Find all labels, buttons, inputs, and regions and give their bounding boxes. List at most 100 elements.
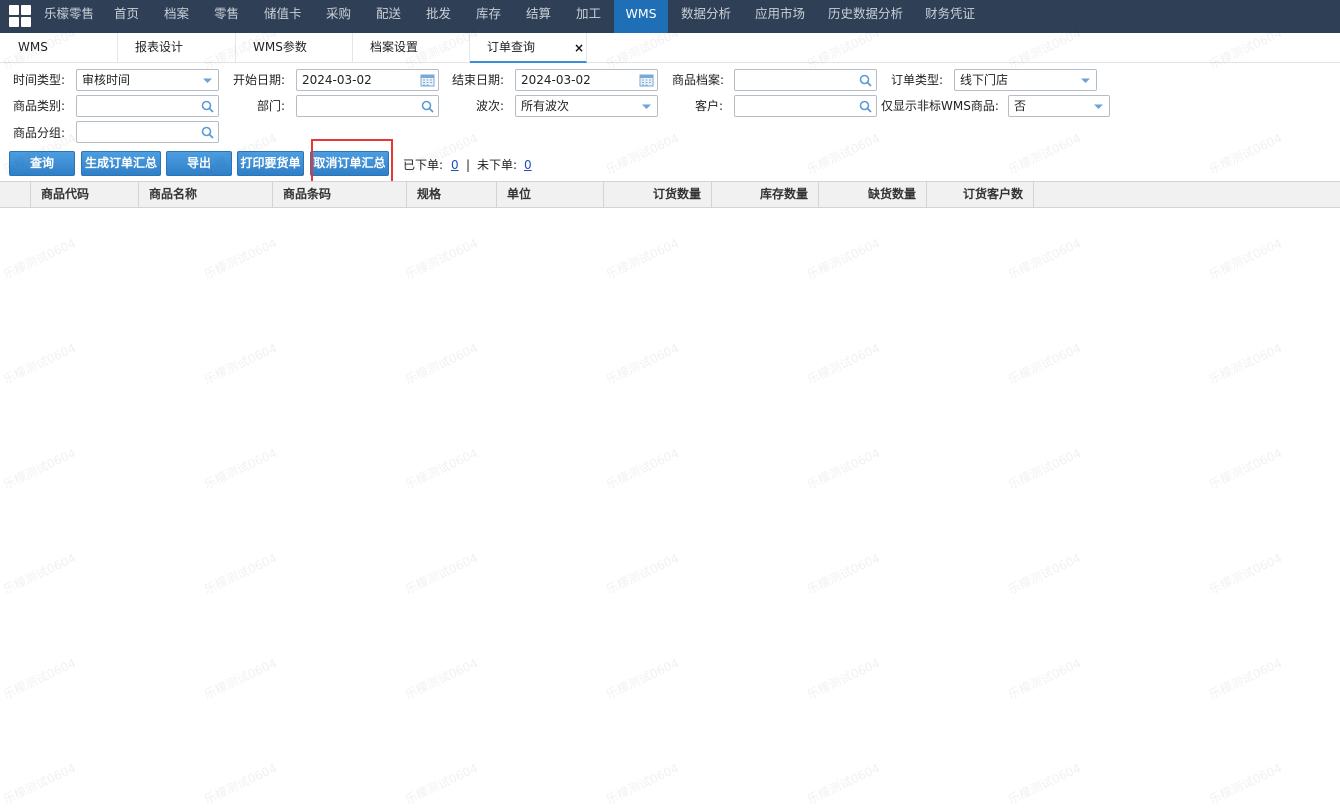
product-file-label: 商品档案: bbox=[672, 73, 725, 87]
department-input[interactable] bbox=[296, 95, 439, 117]
tab-report-design[interactable]: 报表设计 bbox=[118, 33, 236, 63]
column-order-qty[interactable]: 订货数量 bbox=[604, 182, 712, 207]
search-icon[interactable] bbox=[858, 99, 873, 114]
nav-item-distribution[interactable]: 配送 bbox=[376, 0, 401, 33]
watermark-text: 乐檬测试0604 bbox=[201, 551, 280, 597]
watermark-text: 乐檬测试0604 bbox=[1206, 656, 1285, 702]
watermark-text: 乐檬测试0604 bbox=[804, 446, 883, 492]
calendar-icon[interactable] bbox=[639, 73, 654, 88]
search-icon[interactable] bbox=[858, 73, 873, 88]
search-icon[interactable] bbox=[420, 99, 435, 114]
watermark-text: 乐檬测试0604 bbox=[402, 656, 481, 702]
watermark-text: 乐檬测试0604 bbox=[402, 446, 481, 492]
nav-item-archive[interactable]: 档案 bbox=[164, 0, 189, 33]
watermark-text: 乐檬测试0604 bbox=[804, 131, 883, 177]
nav-item-home[interactable]: 首页 bbox=[114, 0, 139, 33]
column-product-name[interactable]: 商品名称 bbox=[139, 182, 273, 207]
nav-item-purchase[interactable]: 采购 bbox=[326, 0, 351, 33]
query-button[interactable]: 查询 bbox=[9, 151, 75, 176]
grid-header: 商品代码 商品名称 商品条码 规格 单位 订货数量 库存数量 缺货数量 订货客户… bbox=[0, 181, 1340, 208]
dropdown-arrow-icon[interactable] bbox=[200, 73, 215, 88]
tab-bar: WMS 报表设计 WMS参数 档案设置 订单查询 × bbox=[0, 33, 1340, 63]
app-grid-icon[interactable] bbox=[9, 5, 31, 27]
not-ordered-label: 未下单: bbox=[477, 158, 518, 172]
nav-item-history-analysis[interactable]: 历史数据分析 bbox=[828, 0, 903, 33]
highlight-box bbox=[311, 139, 393, 185]
watermark-text: 乐檬测试0604 bbox=[603, 446, 682, 492]
group-input[interactable] bbox=[76, 121, 219, 143]
column-stock-qty[interactable]: 库存数量 bbox=[712, 182, 819, 207]
nav-item-data-analysis[interactable]: 数据分析 bbox=[681, 0, 731, 33]
watermark-text: 乐檬测试0604 bbox=[1206, 761, 1285, 807]
end-date-value: 2024-03-02 bbox=[521, 73, 591, 87]
nav-item-processing[interactable]: 加工 bbox=[576, 0, 601, 33]
category-label: 商品类别: bbox=[13, 99, 66, 113]
nav-item-retail[interactable]: 零售 bbox=[214, 0, 239, 33]
watermark-text: 乐檬测试0604 bbox=[804, 236, 883, 282]
watermark-text: 乐檬测试0604 bbox=[603, 551, 682, 597]
nav-brand[interactable]: 乐檬零售 bbox=[44, 0, 94, 33]
watermark-text: 乐檬测试0604 bbox=[603, 236, 682, 282]
non-wms-select[interactable]: 否 bbox=[1008, 95, 1110, 117]
dropdown-arrow-icon[interactable] bbox=[1091, 99, 1106, 114]
watermark-text: 乐檬测试0604 bbox=[603, 656, 682, 702]
dropdown-arrow-icon[interactable] bbox=[1078, 73, 1093, 88]
nav-item-finance-voucher[interactable]: 财务凭证 bbox=[925, 0, 975, 33]
generate-summary-button[interactable]: 生成订单汇总 bbox=[81, 151, 161, 176]
category-input[interactable] bbox=[76, 95, 219, 117]
ordered-count-link[interactable]: 0 bbox=[451, 158, 459, 172]
watermark-text: 乐檬测试0604 bbox=[804, 341, 883, 387]
top-nav: 乐檬零售 首页 档案 零售 储值卡 采购 配送 批发 库存 结算 加工 WMS … bbox=[0, 0, 1340, 33]
watermark-text: 乐檬测试0604 bbox=[603, 341, 682, 387]
tab-wms-params[interactable]: WMS参数 bbox=[236, 33, 353, 63]
not-ordered-count[interactable]: 0 bbox=[524, 157, 532, 173]
column-product-code[interactable]: 商品代码 bbox=[31, 182, 139, 207]
ordered-count[interactable]: 0 bbox=[451, 157, 459, 173]
print-requisition-button[interactable]: 打印要货单 bbox=[237, 151, 304, 176]
column-customer-count[interactable]: 订货客户数 bbox=[927, 182, 1034, 207]
export-button[interactable]: 导出 bbox=[166, 151, 232, 176]
watermark-text: 乐檬测试0604 bbox=[1206, 236, 1285, 282]
tab-order-query[interactable]: 订单查询 bbox=[470, 33, 587, 63]
order-type-select[interactable]: 线下门店 bbox=[954, 69, 1097, 91]
not-ordered-count-link[interactable]: 0 bbox=[524, 158, 532, 172]
start-date-value: 2024-03-02 bbox=[302, 73, 372, 87]
non-wms-label: 仅显示非标WMS商品: bbox=[881, 99, 999, 113]
watermark-text: 乐檬测试0604 bbox=[1206, 446, 1285, 492]
watermark-text: 乐檬测试0604 bbox=[201, 656, 280, 702]
watermark-text: 乐檬测试0604 bbox=[201, 236, 280, 282]
watermark-text: 乐檬测试0604 bbox=[201, 341, 280, 387]
end-date-input[interactable]: 2024-03-02 bbox=[515, 69, 658, 91]
watermark-text: 乐檬测试0604 bbox=[1206, 341, 1285, 387]
customer-input[interactable] bbox=[734, 95, 877, 117]
nav-item-app-market[interactable]: 应用市场 bbox=[755, 0, 805, 33]
nav-item-inventory[interactable]: 库存 bbox=[476, 0, 501, 33]
time-type-select[interactable]: 审核时间 bbox=[76, 69, 219, 91]
calendar-icon[interactable] bbox=[420, 73, 435, 88]
watermark-text: 乐檬测试0604 bbox=[402, 551, 481, 597]
search-icon[interactable] bbox=[200, 125, 215, 140]
watermark-text: 乐檬测试0604 bbox=[603, 761, 682, 807]
column-spec[interactable]: 规格 bbox=[407, 182, 497, 207]
tab-archive-settings[interactable]: 档案设置 bbox=[353, 33, 470, 63]
tab-close-icon[interactable]: × bbox=[574, 42, 584, 54]
wave-label: 波次: bbox=[476, 99, 505, 113]
watermark-text: 乐檬测试0604 bbox=[804, 551, 883, 597]
tab-wms[interactable]: WMS bbox=[0, 33, 118, 63]
nav-item-stored-value-card[interactable]: 储值卡 bbox=[264, 0, 302, 33]
watermark-text: 乐檬测试0604 bbox=[1005, 551, 1084, 597]
nav-item-settlement[interactable]: 结算 bbox=[526, 0, 551, 33]
dropdown-arrow-icon[interactable] bbox=[639, 99, 654, 114]
watermark-text: 乐檬测试0604 bbox=[1005, 236, 1084, 282]
nav-item-wholesale[interactable]: 批发 bbox=[426, 0, 451, 33]
product-file-input[interactable] bbox=[734, 69, 877, 91]
nav-item-wms[interactable]: WMS bbox=[614, 0, 668, 33]
column-barcode[interactable]: 商品条码 bbox=[273, 182, 407, 207]
search-icon[interactable] bbox=[200, 99, 215, 114]
watermark-text: 乐檬测试0604 bbox=[402, 761, 481, 807]
wave-select[interactable]: 所有波次 bbox=[515, 95, 658, 117]
time-type-value: 审核时间 bbox=[82, 73, 131, 87]
column-shortage-qty[interactable]: 缺货数量 bbox=[819, 182, 927, 207]
start-date-input[interactable]: 2024-03-02 bbox=[296, 69, 439, 91]
column-unit[interactable]: 单位 bbox=[497, 182, 604, 207]
